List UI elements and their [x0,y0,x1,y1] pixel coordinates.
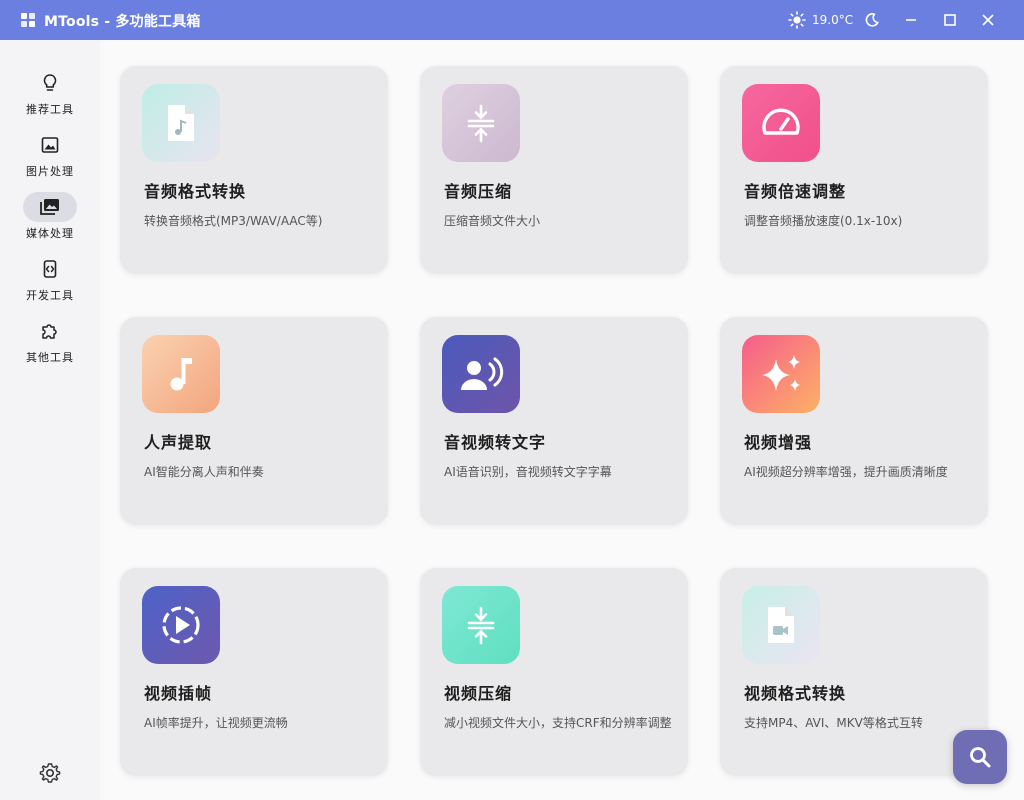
card-desc: 转换音频格式(MP3/WAV/AAC等) [144,214,323,228]
nav-icon-wrap [23,68,77,98]
sidebar-item-label: 图片处理 [26,165,74,178]
moon-icon [865,13,879,27]
nav-icon-wrap [23,192,77,222]
window-title: MTools - 多功能工具箱 [44,14,201,30]
card-icon-bg [142,84,220,162]
card-desc: AI语音识别，音视频转文字字幕 [444,465,612,479]
card-title: 视频插帧 [144,684,213,703]
sidebar: 推荐工具 图片处理 媒体处理 开发工具 其他工具 [0,40,100,800]
minimize-icon [906,19,916,21]
lightbulb-icon [43,74,57,91]
sidebar-item-other[interactable]: 其他工具 [0,316,100,374]
tool-card-speech-to-text[interactable]: 音视频转文字 AI语音识别，音视频转文字字幕 [420,317,688,525]
tool-card-frame-interp[interactable]: 视频插帧 AI帧率提升，让视频更流畅 [120,568,388,776]
media-library-icon [40,199,59,215]
compress-icon [467,606,495,645]
music-note-icon [170,358,192,391]
maximize-button[interactable] [938,8,962,32]
card-title: 人声提取 [144,433,213,452]
tool-card-audio-format[interactable]: 音频格式转换 转换音频格式(MP3/WAV/AAC等) [120,66,388,274]
tool-card-vocal-extract[interactable]: 人声提取 AI智能分离人声和伴奏 [120,317,388,525]
tool-card-audio-speed[interactable]: 音频倍速调整 调整音频播放速度(0.1x-10x) [720,66,988,274]
card-desc: 减小视频文件大小，支持CRF和分辨率调整 [444,716,672,730]
sidebar-item-dev[interactable]: 开发工具 [0,254,100,312]
card-icon-bg [442,586,520,664]
card-icon-bg [442,335,520,413]
card-title: 视频格式转换 [744,684,847,703]
card-title: 音频压缩 [444,182,513,201]
nav-icon-wrap [23,254,77,284]
card-desc: AI帧率提升，让视频更流畅 [144,716,288,730]
card-title: 视频压缩 [444,684,513,703]
speedometer-icon [762,108,800,135]
sidebar-item-label: 媒体处理 [26,227,74,240]
app-logo-icon [21,13,35,27]
card-icon-bg [742,84,820,162]
weather-temp: 19.0°C [812,13,854,27]
voice-recognition-icon [461,357,504,390]
tool-grid: 音频格式转换 转换音频格式(MP3/WAV/AAC等) 音频压缩 压缩音频文件大… [100,40,1024,800]
search-button[interactable] [953,730,1007,784]
sidebar-item-label: 其他工具 [26,351,74,364]
weather-widget[interactable]: 19.0°C [788,10,853,30]
video-file-icon [768,607,794,643]
card-desc: 支持MP4、AVI、MKV等格式互转 [744,716,923,730]
card-icon-bg [142,586,220,664]
card-title: 音频倍速调整 [744,182,847,201]
puzzle-icon [42,324,57,339]
tool-card-video-enhance[interactable]: 视频增强 AI视频超分辨率增强，提升画质清晰度 [720,317,988,525]
card-desc: 调整音频播放速度(0.1x-10x) [744,214,903,228]
image-icon [41,137,59,153]
card-desc: AI智能分离人声和伴奏 [144,465,264,479]
sparkle-icon [762,355,800,391]
theme-toggle-button[interactable] [860,8,884,32]
card-title: 音频格式转换 [144,182,247,201]
card-desc: 压缩音频文件大小 [444,214,541,228]
maximize-icon [944,14,956,26]
tool-card-video-format[interactable]: 视频格式转换 支持MP4、AVI、MKV等格式互转 [720,568,988,776]
close-button[interactable] [976,8,1000,32]
nav-icon-wrap [23,316,77,346]
gear-icon[interactable] [38,761,62,785]
nav-icon-wrap [23,130,77,160]
dev-tools-icon [43,260,57,278]
sidebar-item-media[interactable]: 媒体处理 [0,192,100,250]
card-icon-bg [742,335,820,413]
card-desc: AI视频超分辨率增强，提升画质清晰度 [744,465,948,479]
compress-icon [467,104,495,143]
close-icon [982,14,994,26]
tool-card-audio-compress[interactable]: 音频压缩 压缩音频文件大小 [420,66,688,274]
minimize-button[interactable] [899,8,923,32]
card-icon-bg [142,335,220,413]
sidebar-item-label: 推荐工具 [26,103,74,116]
sidebar-item-recommended[interactable]: 推荐工具 [0,68,100,126]
audio-file-icon [168,105,194,141]
title-bar: MTools - 多功能工具箱 19.0°C [0,0,1024,40]
card-title: 视频增强 [744,433,813,452]
tool-card-video-compress[interactable]: 视频压缩 减小视频文件大小，支持CRF和分辨率调整 [420,568,688,776]
card-icon-bg [742,586,820,664]
play-circle-icon [162,606,200,644]
sidebar-item-label: 开发工具 [26,289,74,302]
card-icon-bg [442,84,520,162]
card-title: 音视频转文字 [444,433,547,452]
sidebar-item-image[interactable]: 图片处理 [0,130,100,188]
search-icon [970,747,991,768]
sun-icon [788,11,806,29]
